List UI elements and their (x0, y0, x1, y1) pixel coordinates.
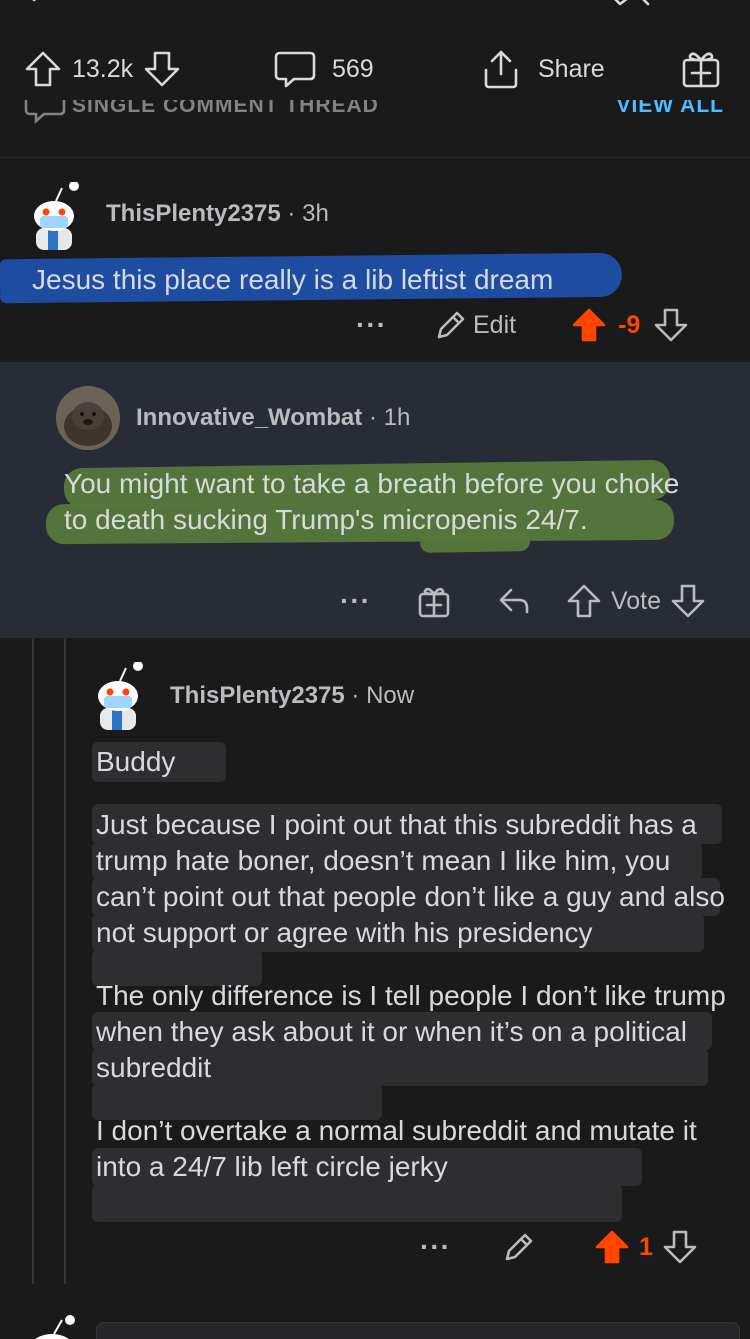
downvote-icon[interactable] (143, 50, 181, 88)
upvote-icon[interactable] (572, 308, 606, 342)
post-upvote-count: 13.2k (72, 54, 134, 83)
avatar[interactable] (22, 181, 86, 250)
comment-1: ThisPlenty2375 · 3h Jesus this place rea… (0, 158, 750, 362)
more-icon[interactable]: ··· (356, 309, 387, 341)
vote-group: Vote (567, 584, 705, 618)
comment-icon (24, 100, 66, 124)
edit-button[interactable]: Edit (435, 309, 516, 341)
downvote-icon[interactable] (671, 584, 705, 618)
comment-body: Buddy Just because I point out that this… (96, 744, 726, 1212)
downvote-icon[interactable] (663, 1230, 697, 1264)
comment-meta: Innovative_Wombat · 1h (136, 404, 411, 431)
snoo-avatar-icon (88, 661, 148, 730)
comment-meta: ThisPlenty2375 · 3h (106, 200, 329, 227)
comment-actions: ··· Vote (340, 584, 705, 618)
post-action-bar: 13.2k 569 Share (0, 0, 750, 110)
reply-icon[interactable] (497, 584, 531, 618)
comment-body: You might want to take a breath before y… (64, 468, 680, 535)
comment-score: 1 (638, 1232, 653, 1261)
comment-time: Now (366, 682, 415, 709)
comment-2: Innovative_Wombat · 1h You might want to… (0, 362, 750, 638)
snoo-avatar-icon (35, 1315, 75, 1339)
post-comments-button[interactable]: 569 (274, 46, 374, 92)
comment-icon (274, 51, 316, 88)
upvote-icon[interactable] (595, 1230, 629, 1264)
thread-line[interactable] (64, 638, 66, 1284)
comment-author[interactable]: Innovative_Wombat (136, 404, 362, 431)
view-all-link[interactable]: VIEW ALL (616, 100, 724, 118)
post-comment-count: 569 (332, 54, 374, 83)
close-icon[interactable] (604, 0, 652, 10)
post-vote-group: 13.2k (24, 46, 181, 92)
comment-time: 3h (302, 200, 329, 227)
comment-meta: ThisPlenty2375 · Now (170, 682, 415, 709)
comment-actions: ··· Edit -9 (356, 308, 688, 342)
edit-label: Edit (472, 310, 517, 339)
comment-paragraph: Buddy (96, 746, 176, 777)
pencil-icon (437, 311, 465, 339)
comment-3: ThisPlenty2375 · Now Buddy Just because … (0, 638, 750, 1284)
wombat-avatar-icon (56, 386, 120, 450)
avatar[interactable] (56, 386, 120, 450)
reply-input[interactable] (96, 1322, 740, 1339)
comment-actions: ··· 1 (420, 1230, 697, 1264)
award-button[interactable] (680, 46, 722, 92)
share-icon (484, 50, 518, 89)
upvote-icon[interactable] (567, 584, 601, 618)
single-thread-label: SINGLE COMMENT THREAD (72, 100, 379, 117)
comment-author[interactable]: ThisPlenty2375 (106, 200, 281, 227)
share-button[interactable]: Share (480, 46, 605, 92)
avatar[interactable] (86, 661, 150, 730)
comment-paragraph: Just because I point out that this subre… (96, 809, 725, 948)
comment-author[interactable]: ThisPlenty2375 (170, 682, 345, 709)
gift-icon (682, 52, 720, 88)
gift-icon[interactable] (417, 584, 451, 618)
pencil-icon[interactable] (503, 1231, 535, 1263)
vote-label: Vote (610, 586, 662, 615)
snoo-avatar-icon (24, 181, 84, 250)
more-icon[interactable]: ··· (340, 585, 371, 617)
comment-paragraph: The only difference is I tell people I d… (96, 980, 726, 1083)
upvote-icon[interactable] (24, 50, 62, 88)
comment-body: Jesus this place really is a lib leftist… (32, 264, 554, 295)
downvote-icon[interactable] (654, 308, 688, 342)
more-icon[interactable]: ··· (420, 1231, 451, 1263)
single-thread-bar: SINGLE COMMENT THREAD VIEW ALL (0, 100, 750, 158)
comment-paragraph: I don’t overtake a normal subreddit and … (96, 1115, 697, 1182)
share-label: Share (538, 54, 605, 83)
comment-time: 1h (383, 404, 411, 431)
back-chevron-icon[interactable] (22, 0, 52, 8)
comment-score: -9 (618, 310, 641, 339)
thread-line[interactable] (32, 638, 34, 1284)
